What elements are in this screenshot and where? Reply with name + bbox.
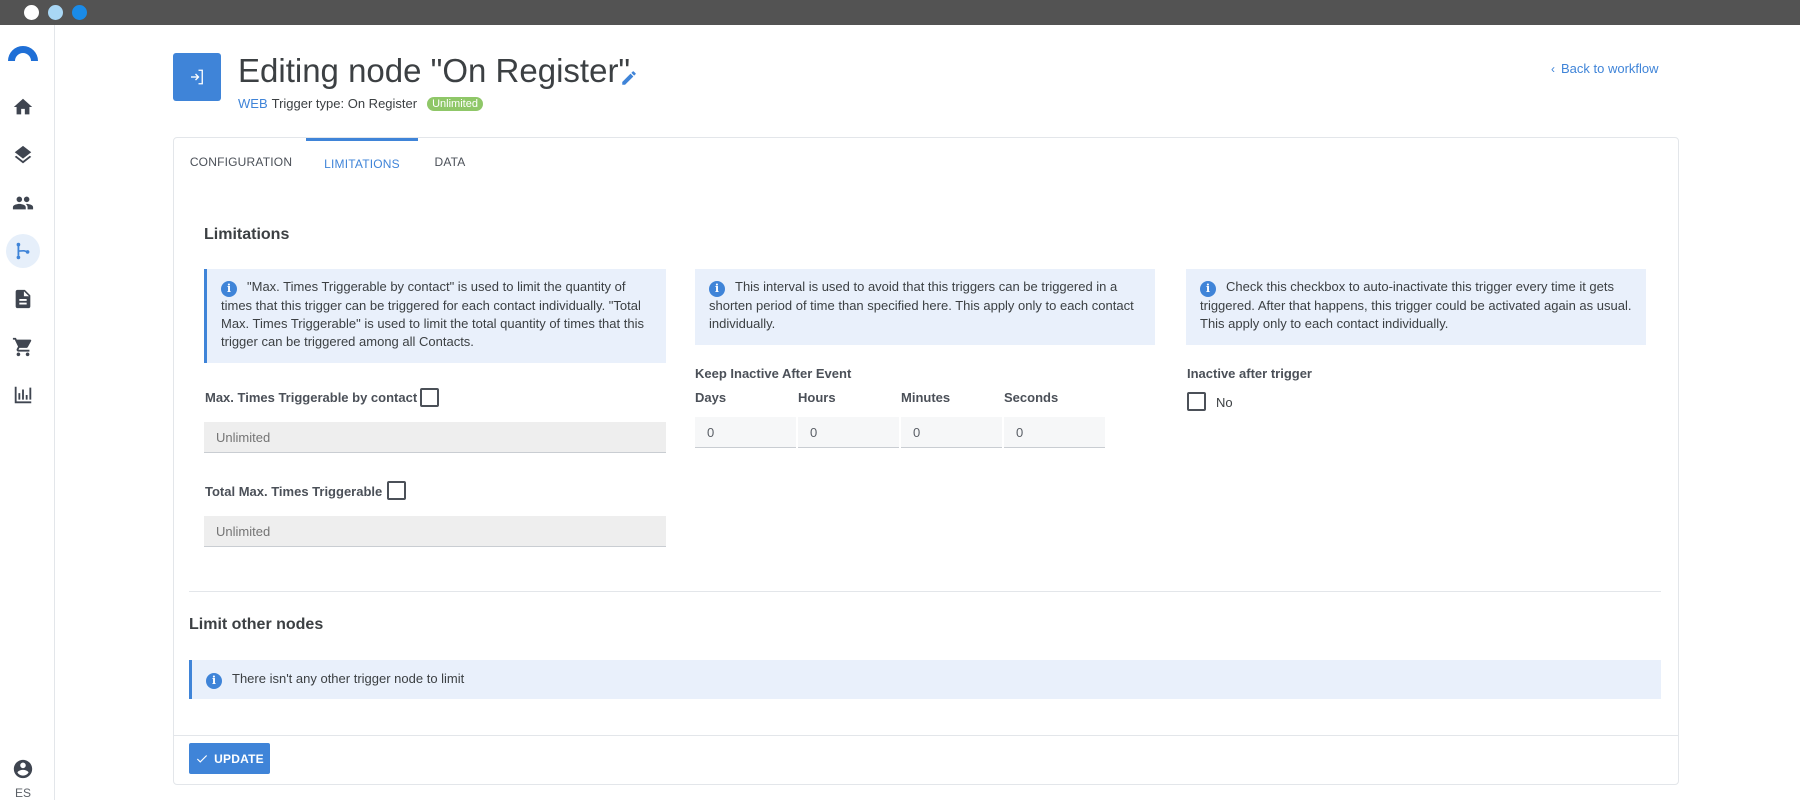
node-subtitle: WEB Trigger type: On Register Unlimited	[238, 96, 483, 111]
workflow-icon	[16, 242, 30, 260]
update-button[interactable]: UPDATE	[189, 743, 270, 774]
seconds-input[interactable]	[1004, 417, 1105, 448]
trigger-type-text: Trigger type: On Register	[271, 96, 418, 111]
other-nodes-info-text: There isn't any other trigger node to li…	[232, 671, 465, 686]
inactive-info-box: i Check this checkbox to auto-inactivate …	[1186, 269, 1646, 345]
layers-icon	[14, 145, 32, 164]
sidebar-item-shop[interactable]	[0, 327, 46, 367]
days-input[interactable]	[695, 417, 796, 448]
inactive-after-label: Inactive after trigger	[1187, 366, 1312, 381]
update-button-label: UPDATE	[214, 751, 264, 766]
app-logo[interactable]	[8, 46, 38, 61]
login-icon	[191, 69, 203, 85]
chart-icon	[14, 386, 32, 404]
max-times-info-box: i "Max. Times Triggerable by contact" is …	[204, 269, 666, 363]
window-minimize-button[interactable]	[48, 5, 63, 20]
inactive-after-checkbox[interactable]	[1187, 392, 1206, 411]
footer-divider	[174, 735, 1678, 736]
other-nodes-info-box: i There isn't any other trigger node to l…	[189, 660, 1661, 699]
section-divider	[189, 591, 1661, 592]
total-max-label: Total Max. Times Triggerable	[205, 484, 383, 499]
max-by-contact-label: Max. Times Triggerable by contact	[205, 390, 418, 405]
interval-info-text: This interval is used to avoid that this…	[709, 279, 1134, 331]
cart-icon	[12, 337, 32, 357]
window-close-button[interactable]	[24, 5, 39, 20]
minutes-label: Minutes	[901, 390, 951, 405]
sidebar: ES	[0, 25, 55, 800]
window-titlebar	[0, 0, 1800, 25]
total-max-input[interactable]	[204, 516, 666, 547]
check-icon	[197, 754, 208, 763]
total-max-checkbox[interactable]	[387, 481, 406, 500]
keep-inactive-label: Keep Inactive After Event	[695, 366, 852, 381]
node-editor-card: CONFIGURATION LIMITATIONS DATA Limitatio…	[173, 137, 1679, 785]
limit-other-nodes-heading: Limit other nodes	[189, 616, 324, 633]
interval-info-box: i This interval is used to avoid that thi…	[695, 269, 1155, 345]
chevron-left-icon: ‹	[1551, 61, 1555, 76]
home-icon	[13, 98, 33, 115]
tab-bar: CONFIGURATION LIMITATIONS DATA	[174, 138, 1678, 186]
sidebar-item-reports[interactable]	[0, 375, 46, 415]
user-avatar-icon	[13, 759, 33, 779]
sidebar-item-documents[interactable]	[0, 279, 46, 319]
sidebar-item-layers[interactable]	[0, 135, 46, 175]
sidebar-item-home[interactable]	[0, 87, 46, 127]
minutes-input[interactable]	[901, 417, 1002, 448]
max-by-contact-checkbox[interactable]	[420, 388, 439, 407]
tab-limitations[interactable]: LIMITATIONS	[306, 138, 418, 186]
days-label: Days	[695, 390, 727, 405]
info-icon: i	[206, 673, 222, 689]
max-times-info-text: "Max. Times Triggerable by contact" is u…	[221, 279, 644, 349]
back-to-workflow-link[interactable]: ‹ Back to workflow	[1551, 61, 1659, 76]
pencil-icon	[622, 71, 636, 85]
contacts-icon	[12, 196, 34, 210]
channel-link[interactable]: WEB	[238, 96, 268, 111]
max-by-contact-input[interactable]	[204, 422, 666, 453]
status-badge: Unlimited	[427, 96, 483, 111]
sidebar-item-contacts[interactable]	[0, 183, 46, 223]
window-maximize-button[interactable]	[72, 5, 87, 20]
seconds-label: Seconds	[1004, 390, 1059, 405]
info-icon: i	[221, 281, 237, 297]
language-label[interactable]: ES	[10, 786, 36, 800]
tab-data[interactable]: DATA	[434, 138, 466, 186]
hours-label: Hours	[798, 390, 836, 405]
info-icon: i	[1200, 281, 1216, 297]
inactive-after-value: No	[1216, 395, 1233, 410]
tab-configuration[interactable]: CONFIGURATION	[190, 138, 292, 186]
sidebar-item-workflows[interactable]	[0, 231, 46, 271]
inactive-info-text: Check this checkbox to auto-inactivate t…	[1200, 279, 1632, 331]
limitations-heading: Limitations	[204, 226, 290, 243]
back-link-label: Back to workflow	[1561, 61, 1659, 76]
node-type-icon	[173, 53, 221, 101]
document-icon	[15, 289, 31, 309]
page-title: Editing node "On Register"	[238, 52, 631, 89]
edit-title-button[interactable]	[620, 69, 638, 87]
hours-input[interactable]	[798, 417, 899, 448]
user-menu[interactable]: ES	[10, 758, 36, 800]
info-icon: i	[709, 281, 725, 297]
